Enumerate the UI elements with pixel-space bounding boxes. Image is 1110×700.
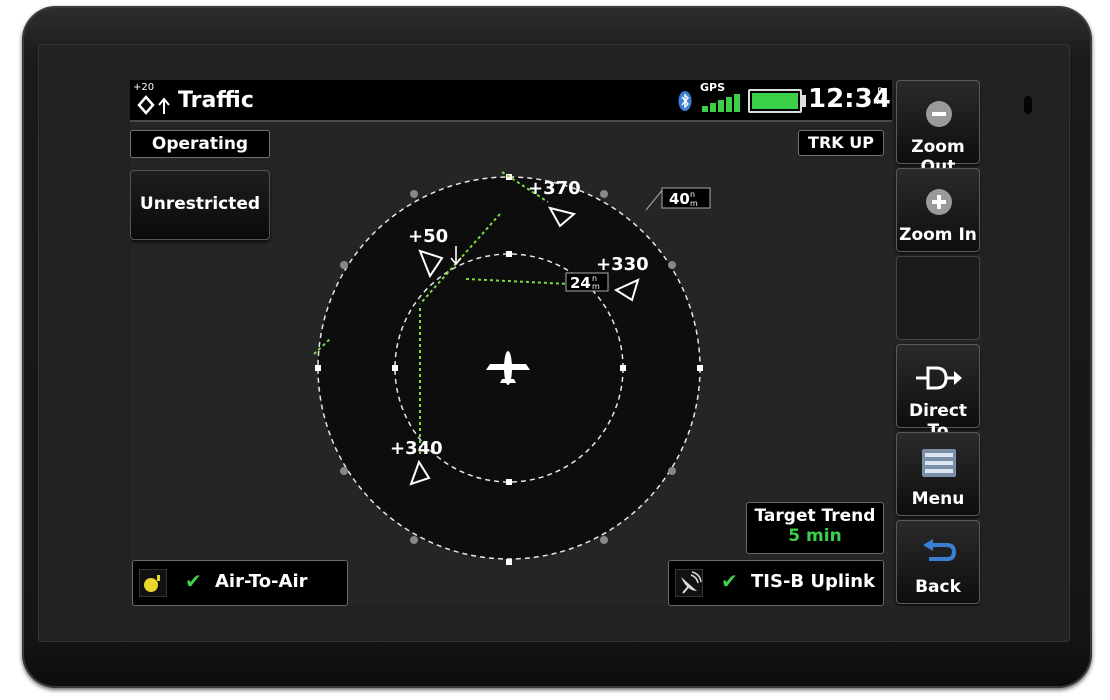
air-to-air-status[interactable]: ✔ Air-To-Air [132, 560, 348, 606]
traffic-symbol-icon [137, 95, 170, 115]
inner-range-label: 24 [570, 274, 591, 292]
inner-range-unit-bottom: m [592, 282, 600, 291]
air-to-air-label: Air-To-Air [215, 571, 308, 592]
zoom-in-button[interactable]: Zoom In [896, 168, 980, 252]
zoom-out-button[interactable]: Zoom Out [896, 80, 980, 177]
empty-softkey [896, 256, 980, 340]
target-trend-button[interactable]: Target Trend 5 min [746, 502, 884, 554]
bluetooth-icon [678, 91, 692, 111]
outer-range-unit-top: n [690, 190, 695, 199]
light-sensor [1024, 96, 1032, 114]
altitude-offset: +20 [133, 82, 155, 93]
outer-range-leader [645, 187, 665, 211]
zoom-out-icon [926, 101, 952, 127]
gps-signal-icon [702, 94, 740, 112]
menu-label: Menu [911, 489, 965, 509]
zoom-in-label: Zoom In [899, 225, 977, 245]
direct-to-button[interactable]: Direct To [896, 344, 980, 441]
tisb-uplink-status[interactable]: ✔ TIS-B Uplink [668, 560, 884, 606]
clock-ampm-top: P [877, 87, 883, 97]
back-label: Back [915, 577, 961, 597]
outer-range-unit-bottom: m [690, 199, 698, 208]
traffic-screen: +20 Traffic GPS 12:34 P M 40 n m 24 n m … [130, 80, 982, 606]
unrestricted-button[interactable]: Unrestricted [130, 170, 270, 240]
traffic-altitude-330: +330 [596, 254, 649, 275]
menu-list-icon [922, 449, 956, 477]
traffic-map[interactable]: 40 n m 24 n m +370 +50 +330 +340 Operati… [130, 124, 892, 606]
traffic-altitude-370: +370 [528, 178, 581, 199]
clock-ampm-bottom: M [876, 97, 884, 107]
satellite-dish-icon [675, 569, 703, 597]
outer-range-label: 40 [669, 190, 690, 208]
back-arrow-icon [923, 539, 957, 561]
back-button[interactable]: Back [896, 520, 980, 604]
menu-button[interactable]: Menu [896, 432, 980, 516]
tisb-label: TIS-B Uplink [751, 571, 876, 592]
battery-terminal [802, 95, 806, 107]
direct-to-icon [916, 366, 962, 390]
air-to-air-icon [139, 569, 167, 597]
target-trend-title: Target Trend [754, 506, 876, 526]
orientation-button[interactable]: TRK UP [798, 130, 884, 156]
page-title: Traffic [178, 88, 254, 113]
header-bar: +20 Traffic GPS 12:34 P M [130, 80, 892, 122]
battery-icon [748, 89, 802, 113]
clock-ampm: P M [876, 87, 884, 107]
target-trend-value: 5 min [788, 526, 842, 546]
traffic-altitude-340: +340 [390, 438, 443, 459]
tisb-check-icon: ✔ [721, 569, 738, 593]
battery-level-fill [752, 93, 798, 109]
operating-status: Operating [130, 130, 270, 158]
zoom-in-icon [926, 189, 952, 215]
traffic-altitude-50: +50 [408, 226, 448, 247]
air-to-air-check-icon: ✔ [185, 569, 202, 593]
